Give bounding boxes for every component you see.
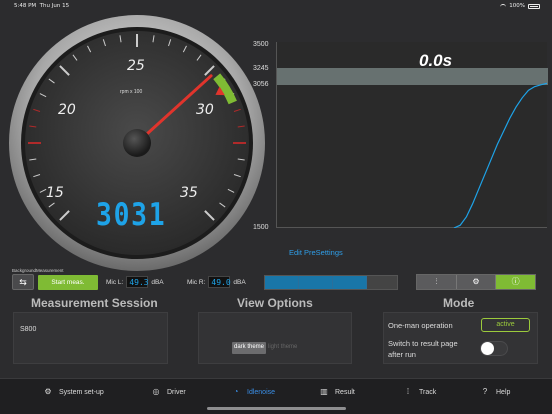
rpm-gauge: 25 20 30 15 35 rpm x 100 3031 bbox=[8, 14, 266, 272]
background-measurement-label: BackgroundMeasurement bbox=[12, 268, 64, 273]
theme-selector: dark theme light theme bbox=[232, 342, 299, 354]
gear-icon: ⚙ bbox=[44, 387, 52, 396]
tab-help[interactable]: ? Help bbox=[480, 387, 511, 397]
mic-left-label: Mic L: bbox=[106, 278, 124, 286]
timer-icon: ◔ bbox=[233, 387, 239, 396]
measurement-session-panel bbox=[13, 312, 168, 364]
y-label-1500: 1500 bbox=[253, 224, 269, 231]
tab-track[interactable]: ⁞ Track bbox=[403, 387, 436, 397]
toggle-knob bbox=[481, 342, 494, 355]
mic-left-value: 49.3 bbox=[126, 276, 149, 288]
one-man-label: One-man operation bbox=[388, 321, 453, 330]
one-man-active-button[interactable]: active bbox=[481, 318, 530, 332]
tab-system-setup[interactable]: ⚙ System set-up bbox=[43, 387, 104, 397]
mic-right-value: 49.0 bbox=[208, 276, 231, 288]
session-value[interactable]: S800 bbox=[20, 326, 36, 333]
home-indicator bbox=[207, 407, 346, 410]
equalizer-icon: ⫶ bbox=[435, 277, 438, 286]
battery-icon bbox=[528, 3, 540, 9]
gauge-number-35: 35 bbox=[180, 185, 198, 201]
y-label-3056: 3056 bbox=[253, 81, 269, 88]
mic-left: Mic L: 49.3 dBA bbox=[106, 276, 164, 288]
switch-result-label-2: after run bbox=[388, 350, 416, 359]
gauge-number-15: 15 bbox=[46, 185, 64, 201]
y-label-3245: 3245 bbox=[253, 65, 269, 72]
gauge-number-25: 25 bbox=[127, 58, 145, 74]
status-bar: 5:48 PM Thu Jun 15 100% bbox=[0, 0, 552, 12]
help-icon: ? bbox=[482, 387, 488, 396]
tab-driver[interactable]: ◎ Driver bbox=[151, 387, 186, 397]
rpm-series-line bbox=[453, 82, 548, 228]
level-segment bbox=[332, 276, 367, 289]
traffic-light-icon: ⁞ bbox=[406, 387, 410, 396]
steering-wheel-icon: ◎ bbox=[152, 387, 160, 396]
view-mode-segmented-control: ⫶ ⚙ ⓘ bbox=[416, 274, 536, 290]
info-icon: ⓘ bbox=[511, 277, 520, 286]
tab-idlenoise[interactable]: ◔ Idlenoise bbox=[231, 387, 275, 397]
wifi-icon bbox=[500, 4, 507, 8]
tab-label: System set-up bbox=[59, 388, 104, 396]
view-options-panel bbox=[198, 312, 352, 364]
mic-left-unit: dBA bbox=[151, 278, 164, 286]
rpm-gauge-graphic bbox=[9, 15, 265, 271]
dark-theme-button[interactable]: dark theme bbox=[232, 342, 267, 354]
mic-right-unit: dBA bbox=[233, 278, 246, 286]
settings-tab[interactable]: ⚙ bbox=[456, 275, 497, 289]
tab-label: Track bbox=[419, 388, 437, 396]
tab-result[interactable]: ▥ Result bbox=[319, 387, 355, 397]
gauge-number-20: 20 bbox=[58, 102, 76, 118]
info-tab[interactable]: ⓘ bbox=[496, 275, 536, 289]
view-options-title: View Options bbox=[237, 296, 313, 310]
mic-right-label: Mic R: bbox=[187, 278, 206, 286]
edit-presettings-link[interactable]: Edit PreSettings bbox=[289, 248, 343, 257]
mic-right: Mic R: 49.0 dBA bbox=[187, 276, 246, 288]
level-segment bbox=[265, 276, 299, 289]
chart-plot-area: 0.0s bbox=[276, 42, 548, 228]
level-meter-fill bbox=[265, 276, 367, 289]
start-measurement-button[interactable]: Start meas. bbox=[38, 275, 98, 290]
rpm-digital-readout: 3031 bbox=[96, 197, 167, 233]
status-time: 5:48 PM Thu Jun 15 bbox=[14, 3, 70, 9]
light-theme-button[interactable]: light theme bbox=[266, 342, 299, 354]
gauge-hub bbox=[123, 129, 151, 157]
level-segment bbox=[298, 276, 333, 289]
tab-label: Help bbox=[496, 388, 511, 396]
battery-percent: 100% bbox=[509, 3, 525, 9]
equalizer-tab[interactable]: ⫶ bbox=[417, 275, 457, 289]
level-meter bbox=[264, 275, 398, 290]
tab-label: Idlenoise bbox=[247, 388, 276, 396]
status-right: 100% bbox=[500, 3, 540, 9]
tab-label: Result bbox=[335, 388, 355, 396]
tab-label: Driver bbox=[167, 388, 186, 396]
rpm-unit-label: rpm x 100 bbox=[120, 89, 143, 95]
gears-icon: ⚙ bbox=[472, 277, 480, 286]
switch-result-toggle[interactable] bbox=[480, 341, 508, 356]
mode-title: Mode bbox=[443, 296, 475, 310]
switch-result-label-1: Switch to result page bbox=[388, 339, 458, 348]
gauge-number-30: 30 bbox=[196, 102, 214, 118]
y-label-3500: 3500 bbox=[253, 41, 269, 48]
measurement-session-title: Measurement Session bbox=[31, 296, 158, 310]
swap-button[interactable]: ⇆ bbox=[12, 274, 34, 290]
bar-chart-icon: ▥ bbox=[320, 387, 328, 396]
chart-line-svg bbox=[453, 82, 548, 228]
rpm-chart: 3500 3245 3056 1500 0.0s bbox=[250, 38, 552, 232]
swap-icon: ⇆ bbox=[19, 277, 27, 287]
